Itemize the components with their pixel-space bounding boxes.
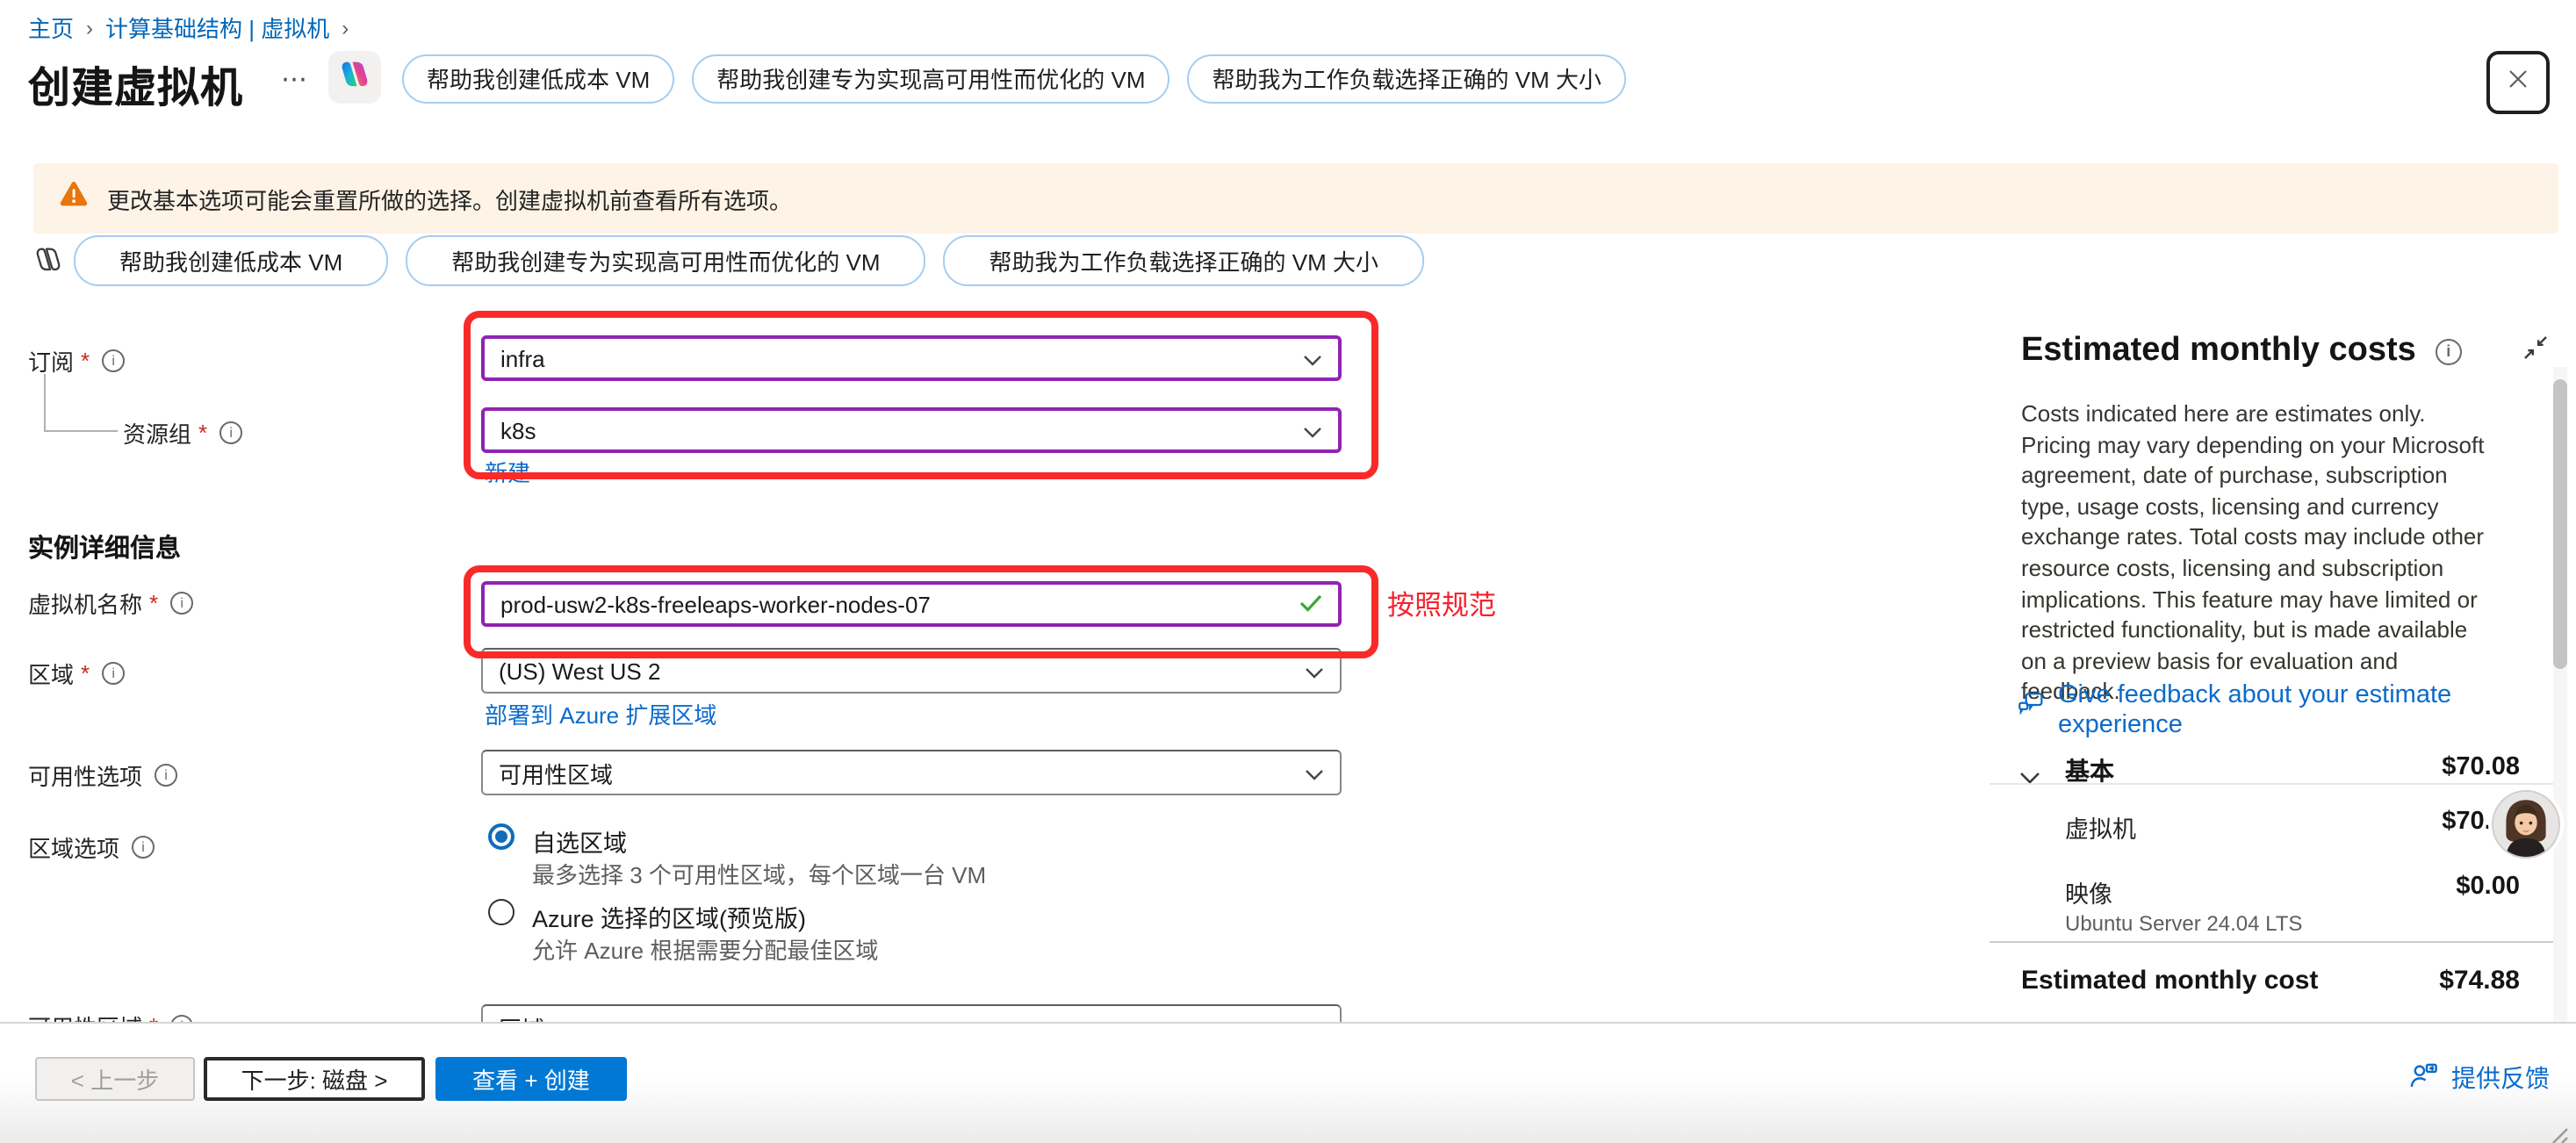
deploy-extended-zone-link[interactable]: 部署到 Azure 扩展区域 — [485, 697, 716, 730]
breadcrumb-separator: › — [342, 15, 349, 40]
availability-zones-label: 可用性区域* i — [28, 1010, 193, 1022]
footer-bar: < 上一步 下一步: 磁盘 > 查看 + 创建 提供反馈 — [0, 1024, 2576, 1143]
radio-azure-selected-zones-label[interactable]: Azure 选择的区域(预览版) — [532, 899, 806, 934]
radio-self-selected-zones-desc: 最多选择 3 个可用性区域，每个区域一台 VM — [532, 857, 986, 890]
give-feedback-link[interactable]: 提供反馈 — [2409, 1060, 2550, 1096]
page-title: 创建虚拟机 — [28, 53, 243, 114]
resource-group-connector — [44, 374, 118, 432]
availability-zones-dropdown[interactable]: 区域 1 — [481, 1004, 1342, 1022]
breadcrumb-home[interactable]: 主页 — [28, 11, 74, 44]
chevron-down-icon — [1305, 759, 1324, 786]
copilot-pill-low-cost[interactable]: 帮助我创建低成本 VM — [74, 235, 388, 286]
breadcrumb: 主页 › 计算基础结构 | 虚拟机 › — [28, 11, 349, 44]
more-menu-button[interactable]: ⋯ — [281, 63, 309, 95]
copilot-suggestions-inline: 帮助我创建低成本 VM 帮助我创建专为实现高可用性而优化的 VM 帮助我为工作负… — [74, 237, 1424, 284]
resource-group-value: k8s — [500, 417, 536, 443]
copilot-pill-right-size[interactable]: 帮助我为工作负载选择正确的 VM 大小 — [944, 235, 1424, 286]
info-icon[interactable]: i — [170, 592, 193, 615]
person-feedback-icon — [2409, 1060, 2439, 1096]
resource-group-dropdown[interactable]: k8s — [481, 407, 1342, 453]
scrollbar-thumb[interactable] — [2553, 379, 2567, 669]
copilot-suggestions-top: 帮助我创建低成本 VM 帮助我创建专为实现高可用性而优化的 VM 帮助我为工作负… — [402, 54, 1626, 102]
annotation-text: 按照规范 — [1387, 585, 1496, 623]
info-icon[interactable]: i — [219, 421, 242, 444]
create-vm-blade: 主页 › 计算基础结构 | 虚拟机 › 创建虚拟机 ⋯ 帮助我创建低 — [0, 0, 2576, 1143]
radio-self-selected-zones-label[interactable]: 自选区域 — [532, 823, 627, 859]
copilot-pill-right-size[interactable]: 帮助我为工作负载选择正确的 VM 大小 — [1188, 54, 1626, 103]
next-step-disks-button[interactable]: 下一步: 磁盘 > — [204, 1057, 425, 1101]
region-value: (US) West US 2 — [499, 658, 660, 684]
vm-name-input[interactable]: prod-usw2-k8s-freeleaps-worker-nodes-07 — [481, 581, 1342, 627]
subscription-label: 订阅* i — [28, 344, 125, 377]
region-dropdown[interactable]: (US) West US 2 — [481, 648, 1342, 694]
warning-text: 更改基本选项可能会重置所做的选择。创建虚拟机前查看所有选项。 — [107, 182, 792, 215]
cost-item-image-value: $0.00 — [2335, 873, 2520, 901]
feedback-bubbles-icon — [2018, 692, 2044, 741]
create-new-resource-group-link[interactable]: 新建 — [485, 455, 530, 488]
info-icon[interactable]: i — [2436, 338, 2462, 364]
availability-zones-row-clipped: 可用性区域* i 区域 1 — [0, 999, 2576, 1022]
cost-divider — [1990, 941, 2558, 943]
info-icon[interactable]: i — [102, 349, 125, 372]
resize-corner-icon[interactable] — [2550, 1122, 2569, 1143]
copilot-outline-icon — [33, 244, 63, 283]
copilot-pill-high-availability[interactable]: 帮助我创建专为实现高可用性而优化的 VM — [406, 235, 925, 286]
cost-total-label: Estimated monthly cost — [2021, 966, 2318, 996]
availability-options-dropdown[interactable]: 可用性区域 — [481, 750, 1342, 795]
cost-item-vm-label: 虚拟机 — [2065, 809, 2136, 845]
radio-azure-selected-zones[interactable] — [488, 899, 514, 925]
collapse-panel-icon[interactable] — [2523, 335, 2548, 369]
warning-icon — [60, 181, 88, 216]
cost-item-image-label: 映像 — [2065, 874, 2112, 909]
subscription-value: infra — [500, 345, 545, 371]
instance-details-heading: 实例详细信息 — [28, 528, 181, 565]
info-icon[interactable]: i — [132, 836, 155, 859]
subscription-dropdown[interactable]: infra — [481, 335, 1342, 381]
resource-group-label: 资源组* i — [123, 416, 242, 449]
copilot-button[interactable] — [328, 51, 381, 104]
availability-options-label: 可用性选项 i — [28, 758, 177, 792]
zone-options-label: 区域选项 i — [28, 830, 155, 864]
breadcrumb-vm[interactable]: 计算基础结构 | 虚拟机 — [105, 11, 329, 44]
assistant-avatar[interactable] — [2492, 790, 2560, 859]
chevron-expand-basic-icon[interactable] — [2019, 762, 2040, 794]
chevron-down-icon — [1303, 345, 1322, 371]
cost-panel-title: Estimated monthly costs i — [2021, 332, 2462, 370]
copilot-pill-low-cost[interactable]: 帮助我创建低成本 VM — [402, 54, 674, 103]
cost-item-image-sub: Ubuntu Server 24.04 LTS — [2065, 911, 2302, 936]
copilot-logo-icon — [337, 55, 372, 99]
estimate-feedback-link[interactable]: Give feedback about your estimate experi… — [2018, 681, 2500, 741]
availability-options-value: 可用性区域 — [499, 756, 613, 789]
valid-check-icon — [1299, 591, 1322, 617]
region-label: 区域* i — [28, 657, 125, 690]
info-icon[interactable]: i — [102, 662, 125, 685]
cost-total-value: $74.88 — [2335, 966, 2520, 996]
close-blade-button[interactable] — [2486, 51, 2550, 114]
review-create-button[interactable]: 查看 + 创建 — [435, 1057, 627, 1101]
vm-name-label: 虚拟机名称* i — [28, 586, 193, 620]
breadcrumb-separator: › — [86, 15, 93, 40]
info-icon[interactable]: i — [170, 1015, 193, 1022]
previous-step-button: < 上一步 — [35, 1057, 195, 1101]
availability-zones-value: 区域 1 — [499, 1010, 564, 1022]
vm-name-value: prod-usw2-k8s-freeleaps-worker-nodes-07 — [500, 591, 931, 617]
warning-banner: 更改基本选项可能会重置所做的选择。创建虚拟机前查看所有选项。 — [33, 163, 2558, 234]
cost-group-basic-value: $70.08 — [2335, 753, 2520, 781]
cost-panel-description: Costs indicated here are estimates only.… — [2021, 399, 2490, 708]
close-icon — [2506, 66, 2530, 99]
chevron-down-icon — [1305, 658, 1324, 684]
chevron-down-icon — [1303, 417, 1322, 443]
chevron-down-icon — [1305, 1014, 1324, 1022]
radio-self-selected-zones[interactable] — [488, 823, 514, 850]
cost-divider — [1990, 783, 2558, 785]
copilot-pill-high-availability[interactable]: 帮助我创建专为实现高可用性而优化的 VM — [692, 54, 1169, 103]
info-icon[interactable]: i — [155, 764, 177, 787]
radio-azure-selected-zones-desc: 允许 Azure 根据需要分配最佳区域 — [532, 932, 878, 966]
